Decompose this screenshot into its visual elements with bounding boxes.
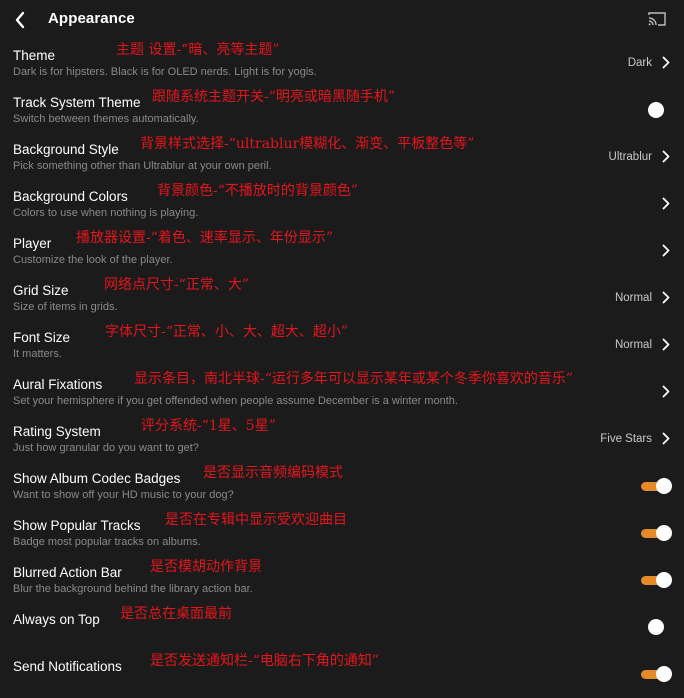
setting-row-background-colors[interactable]: Background Colors Colors to use when not… <box>0 181 684 228</box>
annotation-note: 跟随系统主题开关-“明亮或暗黑随手机” <box>152 89 396 105</box>
annotation-note: 播放器设置-“着色、速率显示、年份显示” <box>76 230 334 246</box>
setting-row-background-style[interactable]: Background Style Pick something other th… <box>0 134 684 181</box>
show-popular-tracks-toggle[interactable] <box>640 524 672 542</box>
setting-description: Just how granular do you want to get? <box>13 442 199 454</box>
annotation-note: 是否总在桌面最前 <box>120 606 232 622</box>
setting-label: Blurred Action Bar <box>13 565 122 580</box>
chevron-right-icon <box>662 197 670 210</box>
page-title: Appearance <box>48 10 135 27</box>
setting-row-show-popular-tracks[interactable]: Show Popular Tracks Badge most popular t… <box>0 510 684 557</box>
send-notifications-toggle[interactable] <box>640 665 672 683</box>
setting-row-blurred-action-bar[interactable]: Blurred Action Bar Blur the background b… <box>0 557 684 604</box>
annotation-note: 背景颜色-“不播放时的背景颜色” <box>157 183 359 199</box>
setting-label: Track System Theme <box>13 95 141 110</box>
annotation-note: 背景样式选择-“ultrablur模糊化、渐变、平板整色等” <box>140 136 475 152</box>
setting-row-aural-fixations[interactable]: Aural Fixations Set your hemisphere if y… <box>0 369 684 416</box>
setting-label: Show Album Codec Badges <box>13 471 181 486</box>
setting-label: Always on Top <box>13 612 100 627</box>
annotation-note: 评分系统-“1星、5星” <box>141 418 276 434</box>
setting-description: It matters. <box>13 348 62 360</box>
settings-list: Theme Dark is for hipsters. Black is for… <box>0 40 684 698</box>
setting-description: Size of items in grids. <box>13 301 118 313</box>
setting-label: Background Colors <box>13 189 128 204</box>
setting-label: Theme <box>13 48 56 63</box>
setting-value: Normal <box>614 339 652 351</box>
track-system-theme-toggle[interactable] <box>640 101 672 119</box>
setting-row-grid-size[interactable]: Grid Size Size of items in grids. 网络点尺寸-… <box>0 275 684 322</box>
setting-description: Colors to use when nothing is playing. <box>13 207 199 219</box>
setting-row-always-on-top[interactable]: Always on Top 是否总在桌面最前 <box>0 604 684 651</box>
setting-row-theme[interactable]: Theme Dark is for hipsters. Black is for… <box>0 40 684 87</box>
setting-label: Aural Fixations <box>13 377 103 392</box>
setting-label: Player <box>13 236 52 251</box>
setting-label: Rating System <box>13 424 101 439</box>
setting-description: Set your hemisphere if you get offended … <box>13 395 458 407</box>
setting-label: Grid Size <box>13 283 69 298</box>
setting-value: Normal <box>614 292 652 304</box>
setting-row-player[interactable]: Player Customize the look of the player.… <box>0 228 684 275</box>
chevron-right-icon <box>662 291 670 304</box>
annotation-note: 是否模胡动作背景 <box>150 559 262 575</box>
annotation-note: 是否发送通知栏-“电脑右下角的通知” <box>150 653 380 669</box>
chevron-right-icon <box>662 244 670 257</box>
chevron-right-icon <box>662 385 670 398</box>
setting-description: Customize the look of the player. <box>13 254 173 266</box>
setting-description: Dark is for hipsters. Black is for OLED … <box>13 66 317 78</box>
setting-value: Ultrablur <box>608 151 652 163</box>
setting-description: Blur the background behind the library a… <box>13 583 253 595</box>
annotation-note: 是否显示音频编码模式 <box>203 465 343 481</box>
chevron-right-icon <box>662 150 670 163</box>
setting-label: Send Notifications <box>13 659 122 674</box>
always-on-top-toggle[interactable] <box>640 618 672 636</box>
setting-description: Want to show off your HD music to your d… <box>13 489 234 501</box>
annotation-note: 是否在专辑中显示受欢迎曲目 <box>165 512 347 528</box>
setting-row-rating-system[interactable]: Rating System Just how granular do you w… <box>0 416 684 463</box>
setting-label: Font Size <box>13 330 71 345</box>
setting-value: Dark <box>627 57 652 69</box>
chevron-right-icon <box>662 432 670 445</box>
setting-row-show-album-codec-badges[interactable]: Show Album Codec Badges Want to show off… <box>0 463 684 510</box>
setting-label: Background Style <box>13 142 119 157</box>
annotation-note: 网络点尺寸-“正常、大” <box>104 277 250 293</box>
setting-label: Show Popular Tracks <box>13 518 141 533</box>
header-bar: Appearance <box>0 0 684 40</box>
setting-value: Five Stars <box>600 433 652 445</box>
chevron-right-icon <box>662 338 670 351</box>
show-album-codec-badges-toggle[interactable] <box>640 477 672 495</box>
chevron-right-icon <box>662 56 670 69</box>
setting-row-send-notifications[interactable]: Send Notifications 是否发送通知栏-“电脑右下角的通知” <box>0 651 684 698</box>
setting-description: Switch between themes automatically. <box>13 113 199 125</box>
setting-description: Badge most popular tracks on albums. <box>13 536 201 548</box>
back-button[interactable] <box>12 9 28 31</box>
setting-row-font-size[interactable]: Font Size It matters. 字体尺寸-“正常、小、大、超大、超小… <box>0 322 684 369</box>
cast-button[interactable] <box>647 10 667 28</box>
setting-row-track-system-theme[interactable]: Track System Theme Switch between themes… <box>0 87 684 134</box>
cast-icon <box>648 12 666 26</box>
annotation-note: 显示条目，南北半球-“运行多年可以显示某年或某个冬季你喜欢的音乐” <box>134 371 574 387</box>
annotation-note: 主题 设置-“暗、亮等主题” <box>116 42 280 58</box>
blurred-action-bar-toggle[interactable] <box>640 571 672 589</box>
chevron-left-icon <box>15 11 25 29</box>
setting-description: Pick something other than Ultrablur at y… <box>13 160 272 172</box>
annotation-note: 字体尺寸-“正常、小、大、超大、超小” <box>105 324 349 340</box>
